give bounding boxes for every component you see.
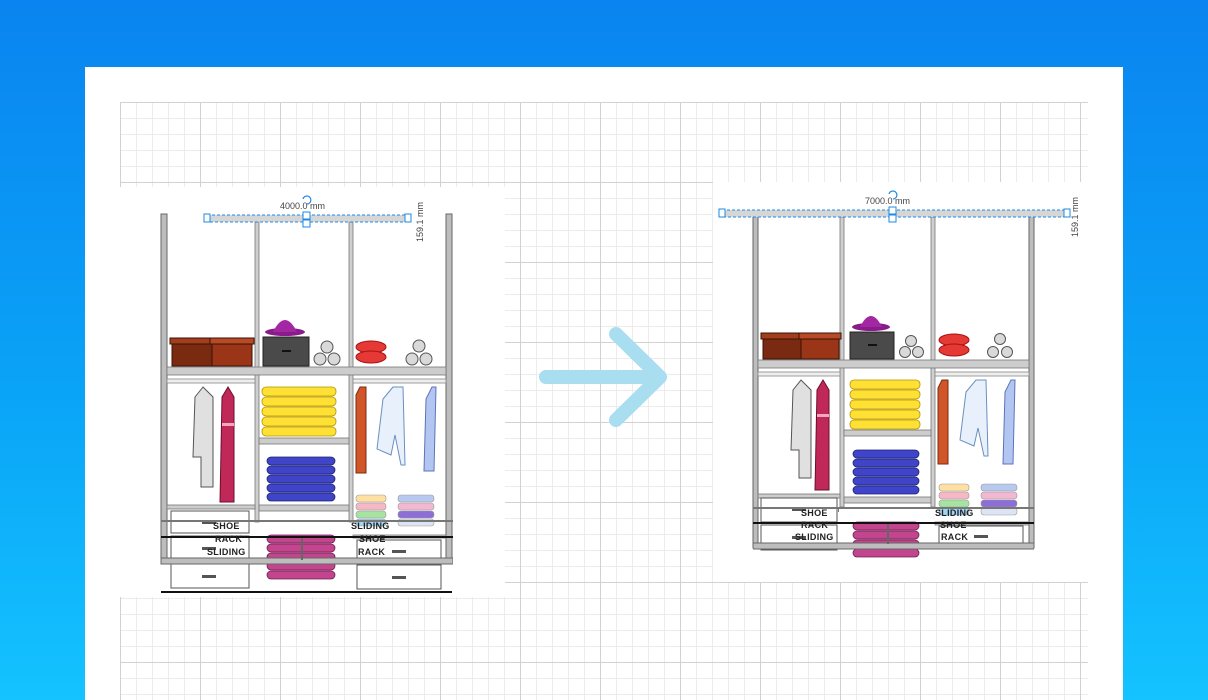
wardrobe-before-base: SHOE RACK SLIDING SLIDING SHOE RACK <box>160 520 454 568</box>
height-dimension-label: 159.1 mm <box>415 202 425 242</box>
sliding-shoe-label-line3: RACK <box>358 547 385 557</box>
sliding-shoe-label-line1: SLIDING <box>935 508 974 518</box>
shoe-rack-label-line2: RACK <box>801 520 828 530</box>
canvas-card: 4000.0 mm 159.1 mm SHOE RACK SLIDING SLI… <box>85 67 1123 700</box>
sliding-shoe-label-line2: SHOE <box>940 520 967 530</box>
shoe-rack-label-line3: SLIDING <box>207 547 246 557</box>
shoe-rack-label-line2: RACK <box>215 534 242 544</box>
right-arrow-icon <box>539 327 667 427</box>
sliding-shoe-label-line3: RACK <box>941 532 968 542</box>
sliding-shoe-label-line2: SHOE <box>359 534 386 544</box>
width-dimension-label: 7000.0 mm <box>865 196 910 206</box>
shoe-rack-label-line1: SHOE <box>213 521 240 531</box>
sliding-shoe-label-line1: SLIDING <box>351 521 390 531</box>
width-dimension-label: 4000.0 mm <box>280 201 325 211</box>
height-dimension-label: 159.1 mm <box>1070 197 1080 237</box>
shoe-rack-label-line1: SHOE <box>801 508 828 518</box>
wardrobe-after-base: SHOE RACK SLIDING SLIDING SHOE RACK <box>752 507 1035 551</box>
shoe-rack-label-line3: SLIDING <box>795 532 834 542</box>
